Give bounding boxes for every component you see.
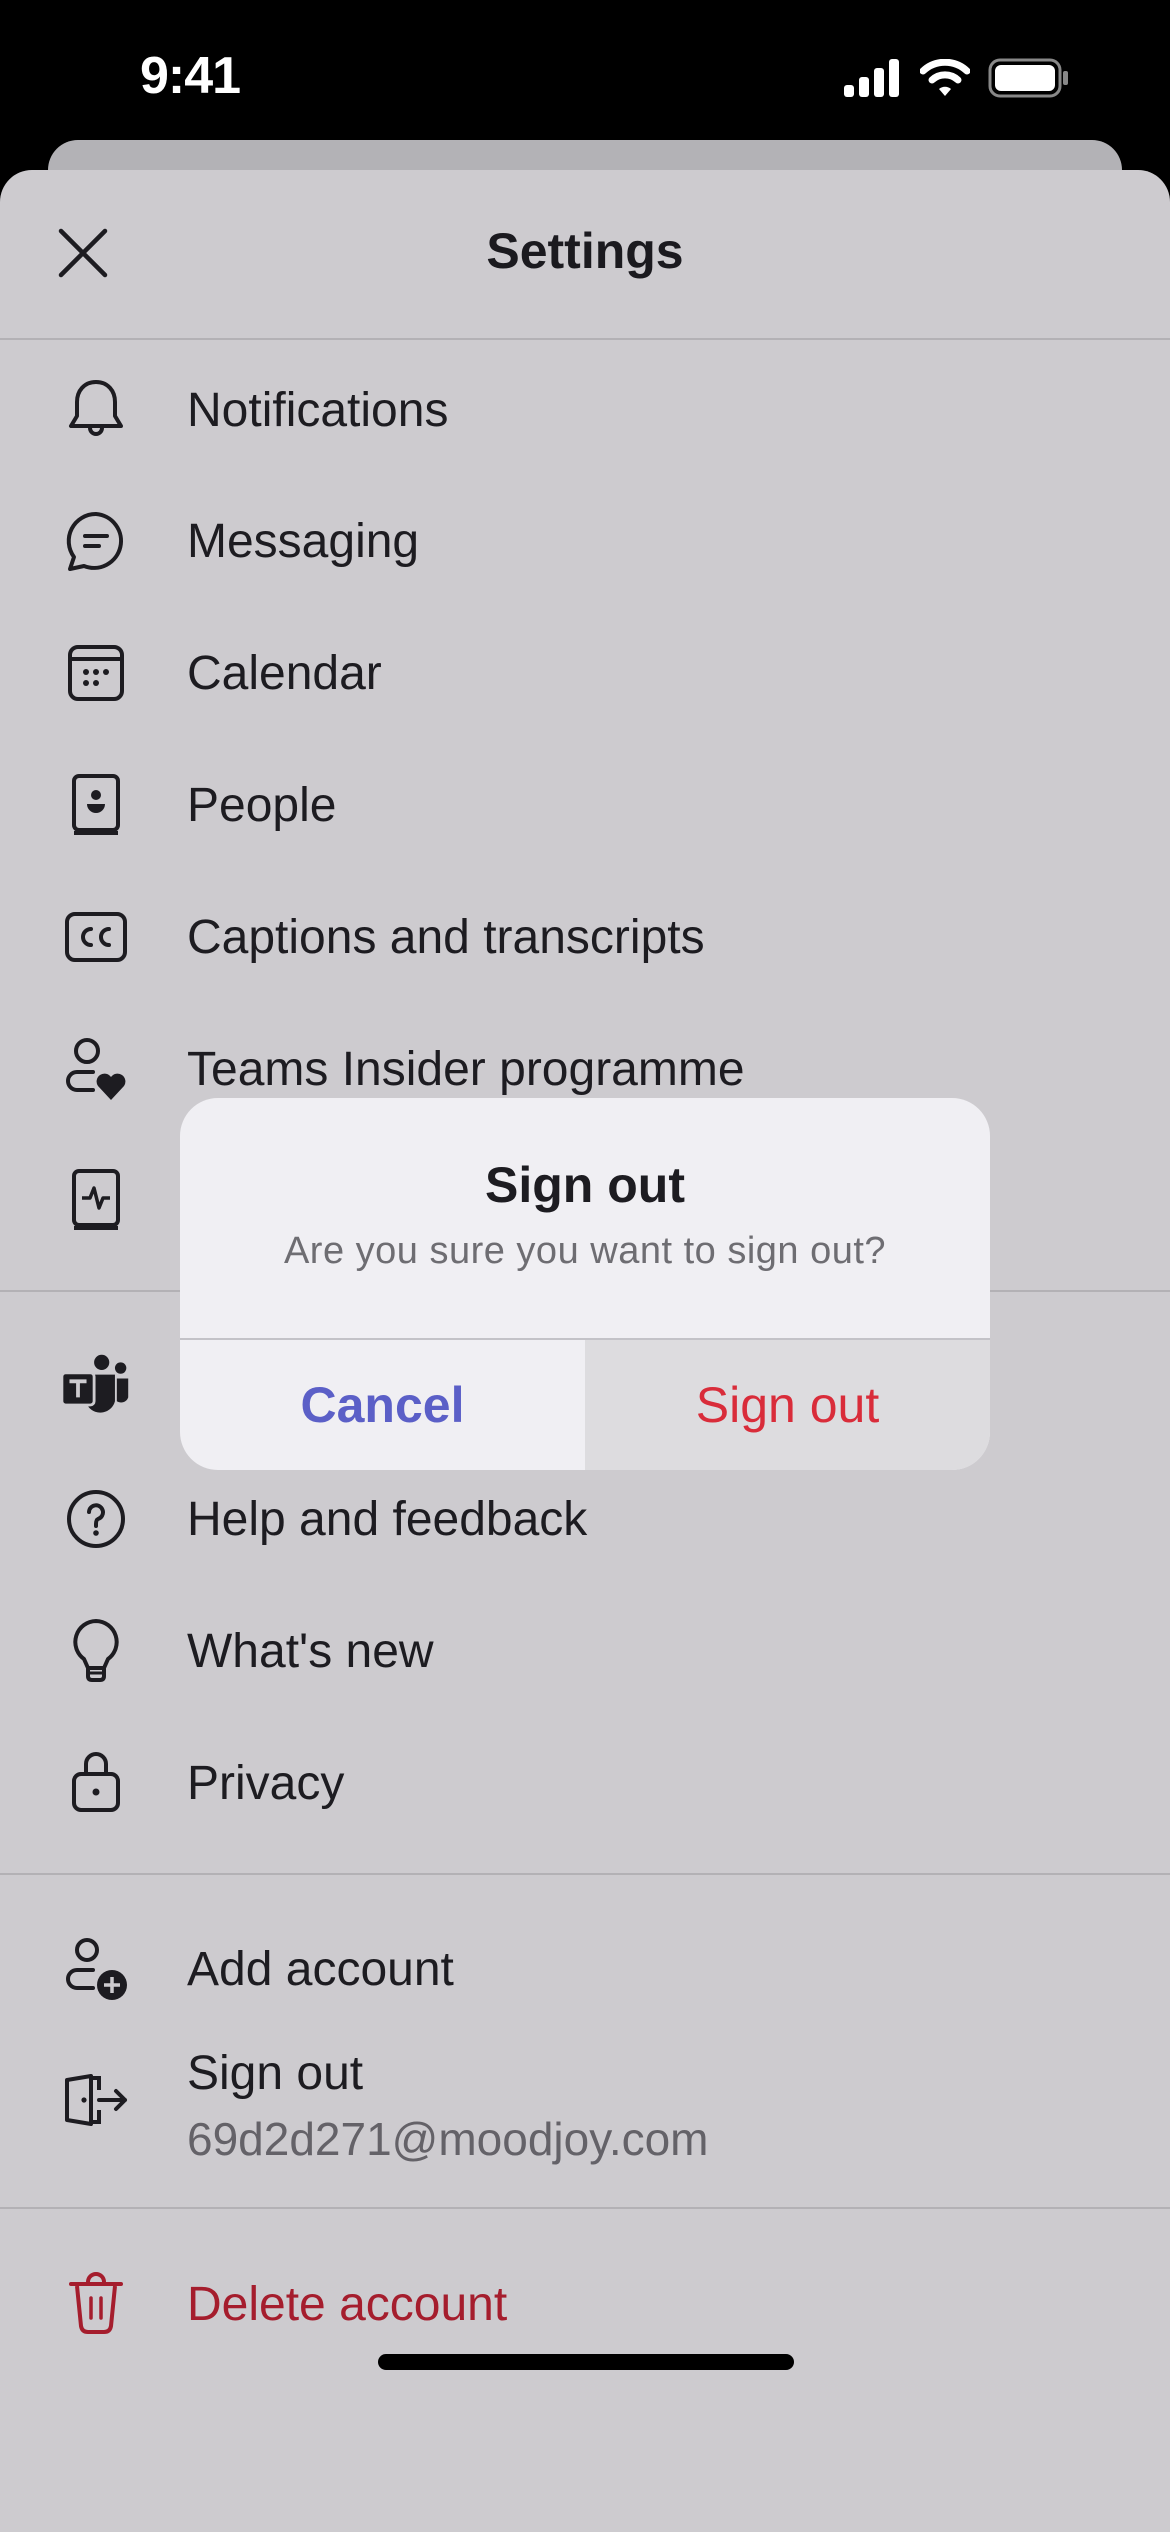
status-time: 9:41 <box>140 47 241 105</box>
settings-item-label: People <box>187 778 337 832</box>
settings-item-label: Notifications <box>187 383 449 437</box>
header-divider <box>0 338 1170 340</box>
lock-icon <box>60 1747 132 1819</box>
confirm-sign-out-label: Sign out <box>695 1377 880 1433</box>
settings-item-add-account[interactable]: Add account <box>0 1903 1170 2035</box>
settings-item-notifications[interactable]: Notifications <box>0 344 1170 476</box>
chat-bubble-icon <box>60 505 132 577</box>
wifi-icon <box>920 59 970 96</box>
calendar-icon <box>60 637 132 709</box>
teams-logo-icon <box>60 1351 132 1423</box>
settings-item-delete-account[interactable]: Delete account <box>0 2238 1170 2370</box>
dialog-message: Are you sure you want to sign out? <box>283 1230 887 1272</box>
status-bar: 9:41 <box>0 0 1170 140</box>
settings-item-label: Captions and transcripts <box>187 910 705 964</box>
settings-item-label: What's new <box>187 1624 434 1678</box>
section-divider <box>0 2207 1170 2209</box>
battery-icon <box>988 58 1068 98</box>
sign-out-door-icon <box>60 2064 132 2136</box>
settings-item-privacy[interactable]: Privacy <box>0 1717 1170 1849</box>
sign-out-dialog: Sign out Are you sure you want to sign o… <box>180 1098 990 1470</box>
confirm-sign-out-button[interactable]: Sign out <box>585 1340 990 1470</box>
book-pulse-icon <box>60 1164 132 1236</box>
settings-item-label: Messaging <box>187 514 420 568</box>
settings-item-label: Teams Insider programme <box>187 1042 745 1096</box>
settings-item-label: Calendar <box>187 646 382 700</box>
closed-captions-icon <box>60 901 132 973</box>
settings-item-captions[interactable]: Captions and transcripts <box>0 871 1170 1003</box>
settings-item-sign-out[interactable]: Sign out 69d2d271@moodjoy.com <box>0 2020 1170 2180</box>
settings-item-whats-new[interactable]: What's new <box>0 1585 1170 1717</box>
account-email: 69d2d271@moodjoy.com <box>187 2113 709 2165</box>
person-heart-icon <box>60 1033 132 1105</box>
dialog-title: Sign out <box>485 1157 685 1213</box>
status-icons <box>844 58 1070 98</box>
contact-book-icon <box>60 769 132 841</box>
trash-icon <box>60 2268 132 2340</box>
settings-item-calendar[interactable]: Calendar <box>0 607 1170 739</box>
settings-item-label: Sign out <box>187 2047 364 2100</box>
settings-item-help[interactable]: Help and feedback <box>0 1453 1170 1585</box>
settings-item-label: Add account <box>187 1942 454 1996</box>
lightbulb-icon <box>60 1615 132 1687</box>
settings-item-label: Help and feedback <box>187 1492 588 1546</box>
cancel-button[interactable]: Cancel <box>180 1340 585 1470</box>
person-add-icon <box>60 1933 132 2005</box>
section-divider <box>0 1873 1170 1875</box>
settings-item-label: Delete account <box>187 2277 508 2331</box>
page-title: Settings <box>486 223 684 279</box>
cellular-signal-icon <box>844 59 899 97</box>
settings-item-people[interactable]: People <box>0 739 1170 871</box>
question-circle-icon <box>60 1483 132 1555</box>
home-indicator[interactable] <box>378 2354 794 2370</box>
settings-item-label: Privacy <box>187 1756 345 1810</box>
bell-icon <box>60 374 132 446</box>
settings-item-messaging[interactable]: Messaging <box>0 475 1170 607</box>
header: Settings <box>0 170 1170 340</box>
